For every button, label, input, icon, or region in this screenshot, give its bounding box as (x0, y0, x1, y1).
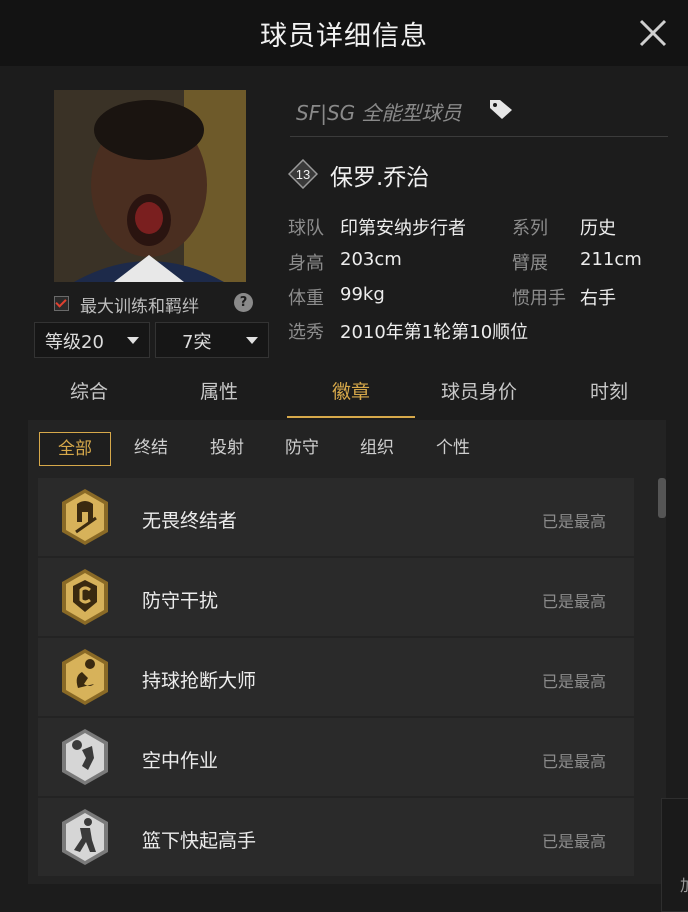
player-position: SF|SG 全能型球员 (296, 101, 462, 125)
max-training-checkbox[interactable] (54, 296, 69, 311)
list-item[interactable]: 持球抢断大师 已是最高 (38, 638, 634, 716)
height-label: 身高 (288, 253, 324, 274)
spartan-helmet-icon (62, 489, 108, 545)
badge-status: 已是最高 (541, 512, 606, 531)
weight-label: 体重 (288, 288, 324, 309)
alley-oop-icon (62, 729, 108, 785)
series-label: 系列 (512, 218, 548, 239)
tag-icon[interactable] (488, 98, 514, 120)
list-item[interactable]: 空中作业 已是最高 (38, 718, 634, 796)
hand-value: 右手 (580, 288, 616, 309)
subtab-playmaking[interactable]: 组织 (344, 432, 410, 464)
subtab-finishing[interactable]: 终结 (118, 432, 184, 464)
subtab-personality[interactable]: 个性 (420, 432, 486, 464)
chevron-down-icon (127, 337, 139, 344)
team-label: 球队 (288, 218, 324, 239)
scrollbar[interactable] (658, 478, 666, 518)
badge-name: 持球抢断大师 (142, 670, 257, 692)
subtab-shooting[interactable]: 投射 (194, 432, 260, 464)
badge-list: 无畏终结者 已是最高 防守干扰 已是最高 持球抢断大师 已是最高 空中作业 已是… (38, 478, 634, 878)
team-value: 印第安纳步行者 (340, 218, 466, 239)
putback-icon (62, 809, 108, 865)
weight-value: 99kg (340, 284, 385, 305)
main-tabs: 综合 属性 徽章 球员身价 时刻 (25, 372, 665, 418)
badges-panel: 全部 终结 投射 防守 组织 个性 无畏终结者 已是最高 防守干扰 已是最高 持… (28, 420, 666, 884)
level-select[interactable]: 等级20 (34, 322, 150, 358)
badge-status: 已是最高 (541, 592, 606, 611)
help-icon[interactable]: ? (234, 293, 253, 312)
header-bar: 球员详细信息 (0, 0, 688, 66)
level-select-value: 等级20 (45, 332, 104, 353)
badge-name: 防守干扰 (142, 590, 219, 612)
max-training-label: 最大训练和羁绊 (80, 297, 199, 317)
tab-attributes[interactable]: 属性 (155, 372, 283, 416)
max-training-option[interactable]: 最大训练和羁绊 ? (54, 290, 254, 318)
player-name: 保罗.乔治 (330, 165, 430, 191)
badge-status: 已是最高 (541, 672, 606, 691)
badge-name: 篮下快起高手 (142, 830, 257, 852)
divider (290, 136, 668, 137)
close-icon[interactable] (636, 16, 670, 50)
page-title: 球员详细信息 (260, 21, 428, 52)
break-select-value: 7突 (182, 332, 212, 353)
side-panel-edge-label: 加 (680, 872, 688, 896)
wingspan-value: 211cm (580, 249, 642, 270)
tab-moments[interactable]: 时刻 (545, 372, 673, 416)
wingspan-label: 臂展 (512, 253, 548, 274)
badge-status: 已是最高 (541, 832, 606, 851)
jersey-number: 13 (296, 167, 310, 182)
player-portrait (54, 90, 246, 282)
shield-c-icon (62, 569, 108, 625)
tab-badges[interactable]: 徽章 (287, 372, 415, 418)
steal-icon (62, 649, 108, 705)
draft-label: 选秀 (288, 322, 324, 343)
break-select[interactable]: 7突 (155, 322, 269, 358)
chevron-down-icon (246, 337, 258, 344)
badge-status: 已是最高 (541, 752, 606, 771)
tab-overview[interactable]: 综合 (25, 372, 153, 416)
list-item[interactable]: 防守干扰 已是最高 (38, 558, 634, 636)
subtab-defense[interactable]: 防守 (269, 432, 335, 464)
draft-value: 2010年第1轮第10顺位 (340, 322, 529, 343)
list-item[interactable]: 篮下快起高手 已是最高 (38, 798, 634, 876)
tab-player-value[interactable]: 球员身价 (415, 372, 543, 416)
badge-name: 无畏终结者 (142, 510, 238, 532)
badge-name: 空中作业 (142, 750, 219, 772)
height-value: 203cm (340, 249, 402, 270)
list-item[interactable]: 无畏终结者 已是最高 (38, 478, 634, 556)
series-value: 历史 (580, 218, 616, 239)
subtab-all[interactable]: 全部 (39, 432, 111, 466)
jersey-number-badge: 13 (287, 158, 319, 190)
hand-label: 惯用手 (512, 288, 566, 309)
